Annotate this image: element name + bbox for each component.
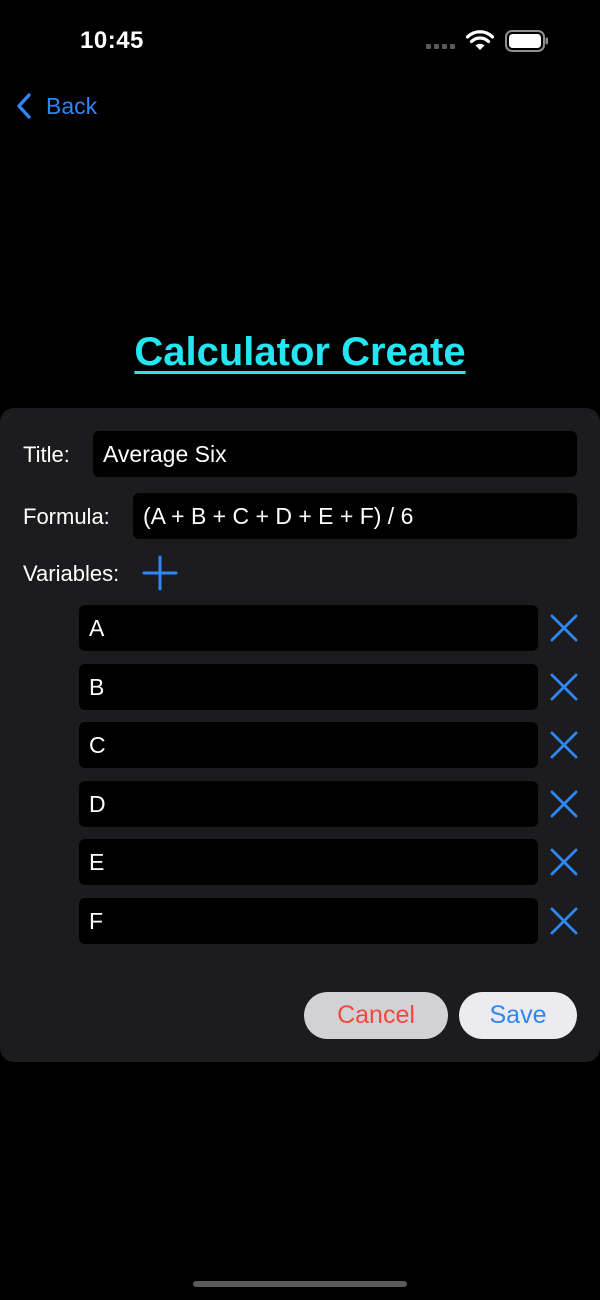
calculator-form: Title: Average Six Formula: (A + B + C +… [0, 408, 600, 1062]
add-variable-button[interactable] [142, 555, 178, 591]
delete-variable-icon[interactable] [549, 789, 579, 819]
variable-input[interactable]: E [79, 839, 538, 885]
chevron-left-icon [17, 93, 31, 119]
formula-label: Formula: [23, 504, 110, 529]
variable-row: E [79, 839, 579, 885]
save-button[interactable]: Save [459, 992, 577, 1039]
variable-row: F [79, 898, 579, 944]
home-indicator[interactable] [193, 1281, 407, 1287]
variable-row: C [79, 722, 579, 768]
back-button[interactable]: Back [16, 88, 97, 124]
battery-icon [505, 30, 548, 52]
delete-variable-icon[interactable] [549, 847, 579, 877]
cancel-button[interactable]: Cancel [304, 992, 448, 1039]
delete-variable-icon[interactable] [549, 613, 579, 643]
cellular-signal-icon [426, 44, 455, 49]
variable-input[interactable]: B [79, 664, 538, 710]
variable-row: A [79, 605, 579, 651]
wifi-icon [465, 30, 495, 50]
variable-row: B [79, 664, 579, 710]
variables-label: Variables: [23, 561, 120, 586]
variable-input[interactable]: A [79, 605, 538, 651]
delete-variable-icon[interactable] [549, 730, 579, 760]
title-label: Title: [23, 442, 70, 467]
variable-input[interactable]: F [79, 898, 538, 944]
formula-input[interactable]: (A + B + C + D + E + F) / 6 [133, 493, 577, 539]
page-title: Calculator Create [134, 330, 466, 374]
title-input[interactable]: Average Six [93, 431, 577, 477]
variable-row: D [79, 781, 579, 827]
back-label: Back [46, 92, 98, 119]
variable-input[interactable]: C [79, 722, 538, 768]
status-time: 10:45 [80, 27, 144, 54]
delete-variable-icon[interactable] [549, 672, 579, 702]
delete-variable-icon[interactable] [549, 906, 579, 936]
variable-input[interactable]: D [79, 781, 538, 827]
status-bar: 10:45 [0, 0, 600, 80]
